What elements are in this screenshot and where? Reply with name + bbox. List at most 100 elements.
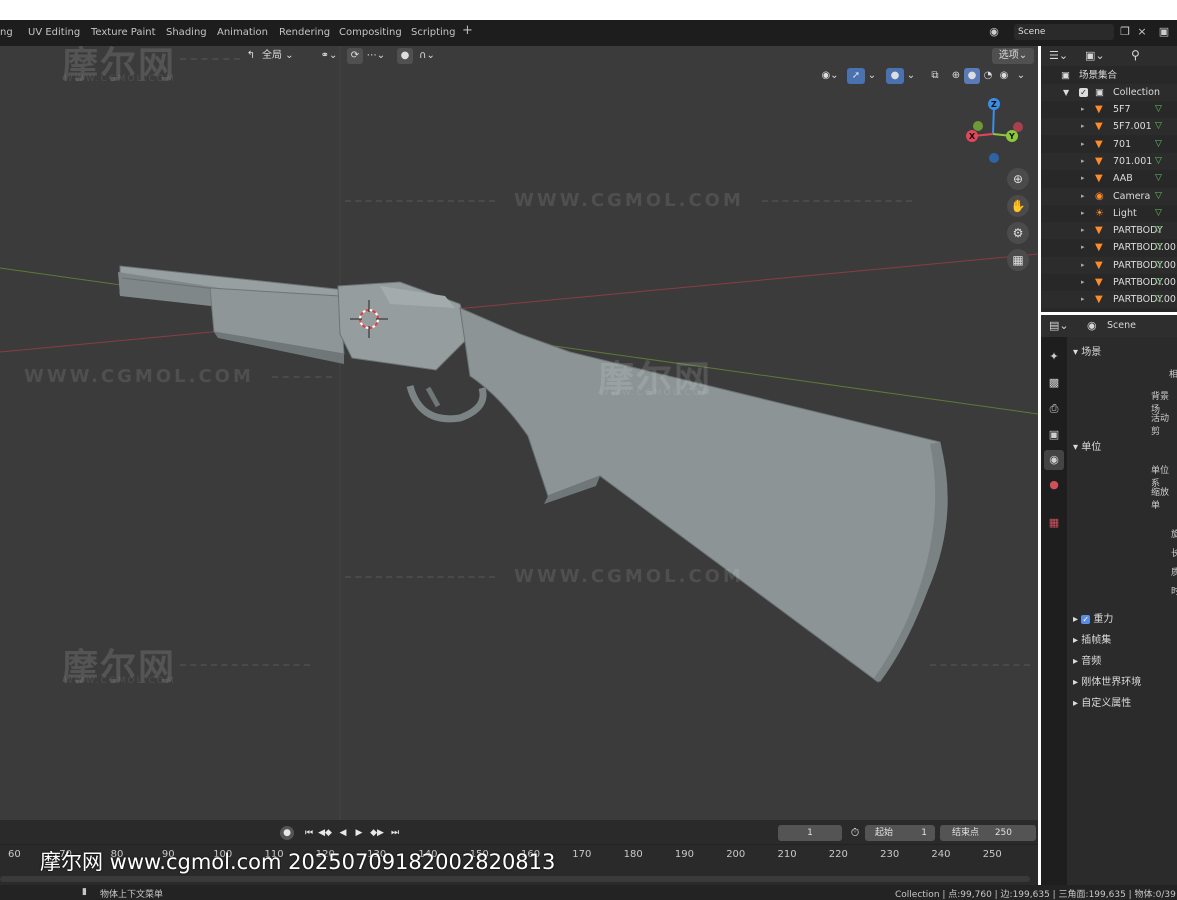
- wireframe-shading-icon[interactable]: ⊕: [948, 68, 964, 84]
- solid-shading-icon[interactable]: ●: [964, 68, 980, 84]
- outliner-item[interactable]: ▸ ☀ Light ▽: [1041, 205, 1177, 222]
- jump-start-icon[interactable]: ⏮: [302, 826, 316, 840]
- filter-icon[interactable]: ▣⌄: [1085, 49, 1105, 62]
- close-icon[interactable]: ×: [1134, 24, 1150, 40]
- custom-props-section-header[interactable]: ▸ 自定义属性: [1073, 694, 1131, 709]
- rendered-shading-icon[interactable]: ◉: [996, 68, 1012, 84]
- outliner-item[interactable]: ▸ ▼ PARTBODY.00 ▽: [1041, 256, 1177, 274]
- transform-orientation-dropdown[interactable]: 全局 ⌄: [262, 48, 312, 64]
- scene-name-field[interactable]: Scene: [1014, 24, 1114, 40]
- view-layer-icon[interactable]: ▣: [1156, 24, 1172, 40]
- proportional-edit-icon[interactable]: ●: [397, 48, 413, 64]
- overlays-icon[interactable]: ●: [886, 68, 904, 84]
- outliner-item[interactable]: ▸ ▼ 5F7 ▽: [1041, 101, 1177, 118]
- overlays-dropdown[interactable]: ⌄: [905, 68, 917, 84]
- options-dropdown[interactable]: 选项⌄: [992, 48, 1034, 64]
- expand-arrow-icon[interactable]: ▸: [1081, 205, 1085, 222]
- keying-sets-section-header[interactable]: ▸ 插帧集: [1073, 631, 1111, 646]
- workspace-tab[interactable]: Compositing: [339, 25, 402, 41]
- navigation-gizmo[interactable]: Z Y X: [960, 96, 1030, 166]
- tool-tab-icon[interactable]: ✦: [1044, 347, 1064, 367]
- search-icon[interactable]: ⚲: [1131, 48, 1140, 62]
- expand-arrow-icon[interactable]: ▸: [1081, 291, 1085, 308]
- timeline-scrollbar[interactable]: [0, 876, 1030, 882]
- expand-arrow-icon[interactable]: ▸: [1081, 274, 1085, 291]
- start-frame-field[interactable]: 起始 1: [865, 825, 935, 841]
- preview-range-icon[interactable]: ⏱: [848, 826, 862, 840]
- pan-hand-icon[interactable]: ✋: [1007, 195, 1029, 217]
- outliner-item[interactable]: ▸ ▼ 701.001 ▽: [1041, 152, 1177, 170]
- expand-arrow-icon[interactable]: ▼: [1063, 84, 1069, 101]
- end-frame-field[interactable]: 结束点 250: [940, 825, 1036, 841]
- workspace-tab[interactable]: ng: [0, 25, 13, 41]
- outliner-scene-collection[interactable]: ▣ 场景集合: [1041, 67, 1177, 84]
- 3d-viewport[interactable]: 摩尔网 WWW.CGMOL.COM 摩尔网 WWW.CGMOL.COM 摩尔网 …: [0, 46, 1038, 820]
- workspace-tab[interactable]: Shading: [166, 25, 207, 41]
- play-icon[interactable]: ▶: [352, 826, 366, 840]
- rigid-body-section-header[interactable]: ▸ 刚体世界环境: [1073, 673, 1141, 688]
- new-scene-icon[interactable]: ❐: [1117, 24, 1133, 40]
- transform-orientation-icon[interactable]: ↰: [243, 48, 259, 64]
- output-tab-icon[interactable]: ⎙: [1044, 399, 1064, 419]
- expand-arrow-icon[interactable]: ▸: [1081, 222, 1085, 239]
- camera-view-icon[interactable]: ⚙: [1007, 222, 1029, 244]
- checkbox-icon[interactable]: ✓: [1079, 88, 1088, 97]
- scene-icon[interactable]: ◉: [986, 24, 1002, 40]
- outliner-item[interactable]: ▸ ▼ PARTBODY.00 ▽: [1041, 274, 1177, 291]
- play-reverse-icon[interactable]: ◀: [336, 826, 350, 840]
- workspace-tab[interactable]: Texture Paint: [91, 25, 156, 41]
- workspace-tab[interactable]: Rendering: [279, 25, 330, 41]
- outliner-item[interactable]: ▸ ▼ PARTBODY ▽: [1041, 222, 1177, 240]
- falloff-icon[interactable]: ∩⌄: [414, 48, 440, 64]
- scene-section-header[interactable]: ▾ 场景: [1073, 343, 1101, 358]
- gravity-checkbox[interactable]: ✓: [1081, 615, 1091, 624]
- workspace-tab[interactable]: Scripting: [411, 25, 455, 41]
- outliner-item[interactable]: ▸ ▼ PARTBODY.00 ▽: [1041, 291, 1177, 309]
- workspace-tab[interactable]: UV Editing: [28, 25, 80, 41]
- view-layer-tab-icon[interactable]: ▣: [1044, 425, 1064, 445]
- expand-arrow-icon[interactable]: ▸: [1081, 239, 1085, 256]
- expand-arrow-icon[interactable]: ▸: [1081, 118, 1085, 135]
- render-tab-icon[interactable]: ▩: [1044, 373, 1064, 393]
- outliner-collection[interactable]: ▼ ✓ ▣ Collection: [1041, 84, 1177, 101]
- xray-icon[interactable]: ⧉: [926, 68, 944, 84]
- gravity-section-header[interactable]: ▸ ✓ 重力: [1073, 610, 1113, 625]
- expand-arrow-icon[interactable]: ▸: [1081, 101, 1085, 118]
- jump-end-icon[interactable]: ⏭: [388, 826, 402, 840]
- units-section-header[interactable]: ▾ 单位: [1073, 438, 1101, 453]
- snap-target-icon[interactable]: ⋯⌄: [365, 48, 387, 64]
- outliner-item[interactable]: ▸ ◉ Camera ▽: [1041, 187, 1177, 205]
- texture-tab-icon[interactable]: ▦: [1044, 513, 1064, 533]
- outliner-item[interactable]: ▸ ▼ AAB ▽: [1041, 170, 1177, 187]
- perspective-grid-icon[interactable]: ▦: [1007, 249, 1029, 271]
- zoom-icon[interactable]: ⊕: [1007, 168, 1029, 190]
- material-shading-icon[interactable]: ◔: [980, 68, 996, 84]
- audio-section-header[interactable]: ▸ 音频: [1073, 652, 1101, 667]
- next-keyframe-icon[interactable]: ◆▶: [370, 826, 384, 840]
- pivot-point-icon[interactable]: ⚭⌄: [317, 48, 341, 64]
- editor-type-icon[interactable]: ▤⌄: [1049, 319, 1069, 332]
- add-workspace-button[interactable]: +: [462, 23, 473, 38]
- shading-dropdown[interactable]: ⌄: [1014, 68, 1028, 84]
- expand-arrow-icon[interactable]: ▸: [1081, 153, 1085, 170]
- world-tab-icon[interactable]: ●: [1044, 475, 1064, 495]
- display-mode-icon[interactable]: ☰⌄: [1049, 49, 1068, 62]
- gizmo-icon[interactable]: ➚: [847, 68, 865, 84]
- prev-keyframe-icon[interactable]: ◀◆: [318, 826, 332, 840]
- mesh-data-icon: ▽: [1155, 155, 1162, 166]
- scene-tab-icon[interactable]: ◉: [1044, 450, 1064, 470]
- outliner-item[interactable]: ▸ ▼ PARTBODY.00 ▽: [1041, 239, 1177, 256]
- workspace-tab[interactable]: Animation: [217, 25, 268, 41]
- expand-arrow-icon[interactable]: ▸: [1081, 257, 1085, 274]
- visibility-icon[interactable]: ◉⌄: [818, 68, 842, 84]
- snap-icon[interactable]: ⟳: [347, 48, 363, 64]
- watermark-url: WWW.CGMOL.COM: [514, 566, 744, 587]
- record-icon[interactable]: ●: [280, 826, 294, 840]
- current-frame-field[interactable]: 1: [778, 825, 842, 841]
- outliner-item[interactable]: ▸ ▼ 701 ▽: [1041, 136, 1177, 153]
- gizmo-dropdown[interactable]: ⌄: [866, 68, 878, 84]
- expand-arrow-icon[interactable]: ▸: [1081, 136, 1085, 153]
- expand-arrow-icon[interactable]: ▸: [1081, 188, 1085, 205]
- outliner-item[interactable]: ▸ ▼ 5F7.001 ▽: [1041, 118, 1177, 136]
- expand-arrow-icon[interactable]: ▸: [1081, 170, 1085, 187]
